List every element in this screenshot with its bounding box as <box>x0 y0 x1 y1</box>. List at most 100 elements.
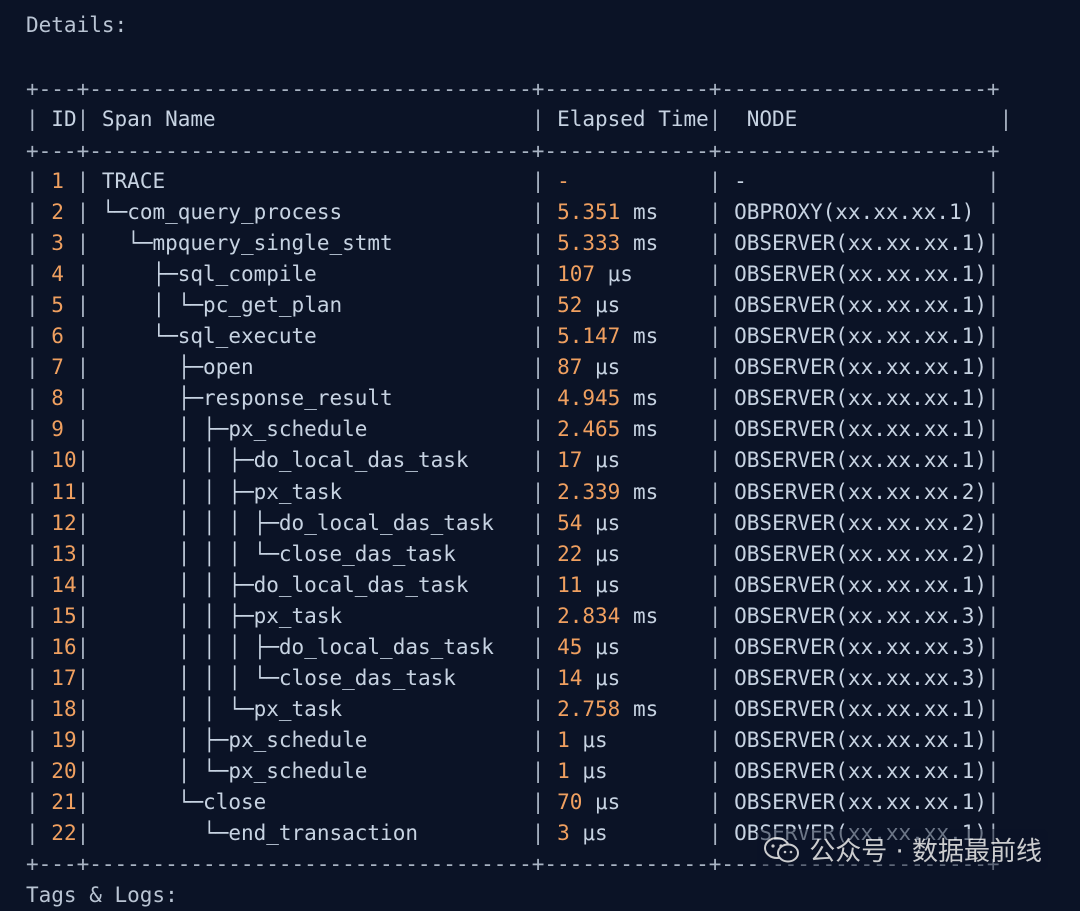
row-node: OBSERVER(xx.xx.xx.1) <box>734 262 987 287</box>
row-elapsed-value: 5.333 <box>557 231 621 256</box>
row-elapsed-value: 2.758 <box>557 696 621 721</box>
row-id: 2 <box>51 200 64 225</box>
row-span-name: do_local_das_task <box>278 634 494 659</box>
row-elapsed-value: 2.339 <box>557 479 621 504</box>
row-elapsed-value: 11 <box>557 572 583 597</box>
row-id: 13 <box>51 541 77 566</box>
col-span-name: Span Name <box>101 107 216 131</box>
row-id: 8 <box>51 386 64 411</box>
row-id: 3 <box>51 231 64 256</box>
row-tree: ├─ <box>101 262 178 287</box>
row-elapsed-unit: ms <box>632 231 659 256</box>
table-row: | 18| │ │ └─px_task | 2.758 ms | OBSERVE… <box>26 696 1000 721</box>
row-elapsed-value: 4.945 <box>557 386 621 411</box>
row-elapsed-unit: μs <box>595 572 621 597</box>
table-row: | 12| │ │ │ ├─do_local_das_task | 54 μs … <box>26 510 1000 535</box>
row-elapsed-value: 107 <box>557 262 595 287</box>
row-id: 21 <box>51 790 77 814</box>
row-tree: │ └─ <box>101 759 229 783</box>
row-elapsed-unit: μs <box>582 821 608 846</box>
row-elapsed-value: 3 <box>557 821 570 846</box>
row-node: OBSERVER(xx.xx.xx.1) <box>734 293 988 318</box>
row-tree: ├─ <box>101 386 204 411</box>
row-tree: │ │ ├─ <box>101 479 254 504</box>
row-span-name: px_schedule <box>228 759 368 783</box>
row-tree: │ ├─ <box>101 727 229 752</box>
row-node: OBSERVER(xx.xx.xx.3) <box>734 665 988 690</box>
row-tree: │ │ │ ├─ <box>101 634 279 659</box>
row-tree: │ │ ├─ <box>101 603 254 628</box>
row-span-name: close_das_task <box>278 541 456 566</box>
terminal-window: Details: +---+--------------------------… <box>0 0 1080 907</box>
row-elapsed-unit: ms <box>632 200 659 225</box>
row-node: - <box>734 169 747 193</box>
row-span-name: sql_compile <box>177 262 317 287</box>
row-span-name: end_transaction <box>228 821 418 846</box>
row-node: OBSERVER(xx.xx.xx.2) <box>734 541 988 566</box>
table-row: | 20| │ └─px_schedule | 1 μs | OBSERVER(… <box>26 759 1000 783</box>
row-node: OBSERVER(xx.xx.xx.1) <box>734 386 987 411</box>
row-elapsed-unit: μs <box>582 759 608 783</box>
row-node: OBSERVER(xx.xx.xx.1) <box>734 417 987 442</box>
row-elapsed-value: 14 <box>557 665 583 690</box>
row-elapsed-unit: ms <box>632 479 659 504</box>
row-node: OBSERVER(xx.xx.xx.1) <box>734 759 988 783</box>
row-elapsed-unit: μs <box>582 727 608 752</box>
row-span-name: open <box>203 355 254 380</box>
row-span-name: px_schedule <box>228 727 368 752</box>
row-elapsed-unit: μs <box>595 510 621 535</box>
row-elapsed-unit: μs <box>595 355 621 380</box>
col-elapsed-time: Elapsed Time <box>557 107 709 131</box>
row-span-name: mpquery_single_stmt <box>152 231 393 256</box>
row-id: 7 <box>51 355 64 380</box>
row-elapsed-value: 87 <box>557 355 583 380</box>
table-row: | 8 | ├─response_result | 4.945 ms | OBS… <box>26 386 1000 411</box>
row-span-name: do_local_das_task <box>278 510 494 535</box>
table-row: | 14| │ │ ├─do_local_das_task | 11 μs | … <box>26 572 1000 597</box>
row-span-name: close <box>203 790 267 814</box>
col-id: ID <box>51 107 77 131</box>
table-border-top: +---+-----------------------------------… <box>26 77 1000 101</box>
table-row: | 7 | ├─open | 87 μs | OBSERVER(xx.xx.xx… <box>26 355 1000 380</box>
row-tree: └─ <box>101 200 128 225</box>
table-header: | ID| Span Name | Elapsed Time| NODE | <box>26 107 1013 131</box>
row-id: 14 <box>51 572 77 597</box>
row-id: 15 <box>51 603 77 628</box>
row-elapsed-value: 52 <box>557 293 583 318</box>
row-span-name: px_schedule <box>228 417 368 442</box>
row-span-name: close_das_task <box>278 665 456 690</box>
row-elapsed-unit: ms <box>632 603 659 628</box>
row-tree: │ ├─ <box>101 417 229 442</box>
row-elapsed-value: 5.147 <box>557 324 621 349</box>
row-elapsed-value: 2.834 <box>557 603 621 628</box>
row-node: OBSERVER(xx.xx.xx.1) <box>734 572 987 597</box>
row-id: 6 <box>51 324 64 349</box>
table-border-mid: +---+-----------------------------------… <box>26 139 1000 163</box>
row-id: 22 <box>51 821 77 846</box>
row-id: 5 <box>51 293 64 318</box>
row-node: OBSERVER(xx.xx.xx.1) <box>734 790 988 814</box>
row-elapsed-value: 45 <box>557 634 583 659</box>
table-row: | 2 | └─com_query_process | 5.351 ms | O… <box>26 200 1000 225</box>
row-node: OBSERVER(xx.xx.xx.1) <box>734 324 987 349</box>
row-tree: │ │ └─ <box>101 696 254 721</box>
row-span-name: pc_get_plan <box>203 293 343 318</box>
row-span-name: px_task <box>253 479 343 504</box>
row-elapsed-unit: ms <box>632 386 659 411</box>
table-row: | 10| │ │ ├─do_local_das_task | 17 μs | … <box>26 448 1000 473</box>
row-elapsed-unit: μs <box>595 293 621 318</box>
table-row: | 6 | └─sql_execute | 5.147 ms | OBSERVE… <box>26 324 1000 349</box>
row-id: 18 <box>51 696 77 721</box>
watermark-text: 公众号 · 数据最前线 <box>809 837 1042 867</box>
table-row: | 15| │ │ ├─px_task | 2.834 ms | OBSERVE… <box>26 603 1000 628</box>
table-row: | 17| │ │ │ └─close_das_task | 14 μs | O… <box>26 665 1000 690</box>
row-elapsed-unit: μs <box>595 541 621 566</box>
row-node: OBSERVER(xx.xx.xx.3) <box>734 634 988 659</box>
row-id: 9 <box>51 417 64 442</box>
details-label: Details: <box>26 13 128 37</box>
row-elapsed-value: 17 <box>557 448 583 473</box>
row-node: OBSERVER(xx.xx.xx.1) <box>734 448 987 473</box>
row-node: OBSERVER(xx.xx.xx.1) <box>734 355 988 380</box>
row-tree: │ └─ <box>101 293 204 318</box>
row-elapsed-value: 5.351 <box>557 200 621 225</box>
